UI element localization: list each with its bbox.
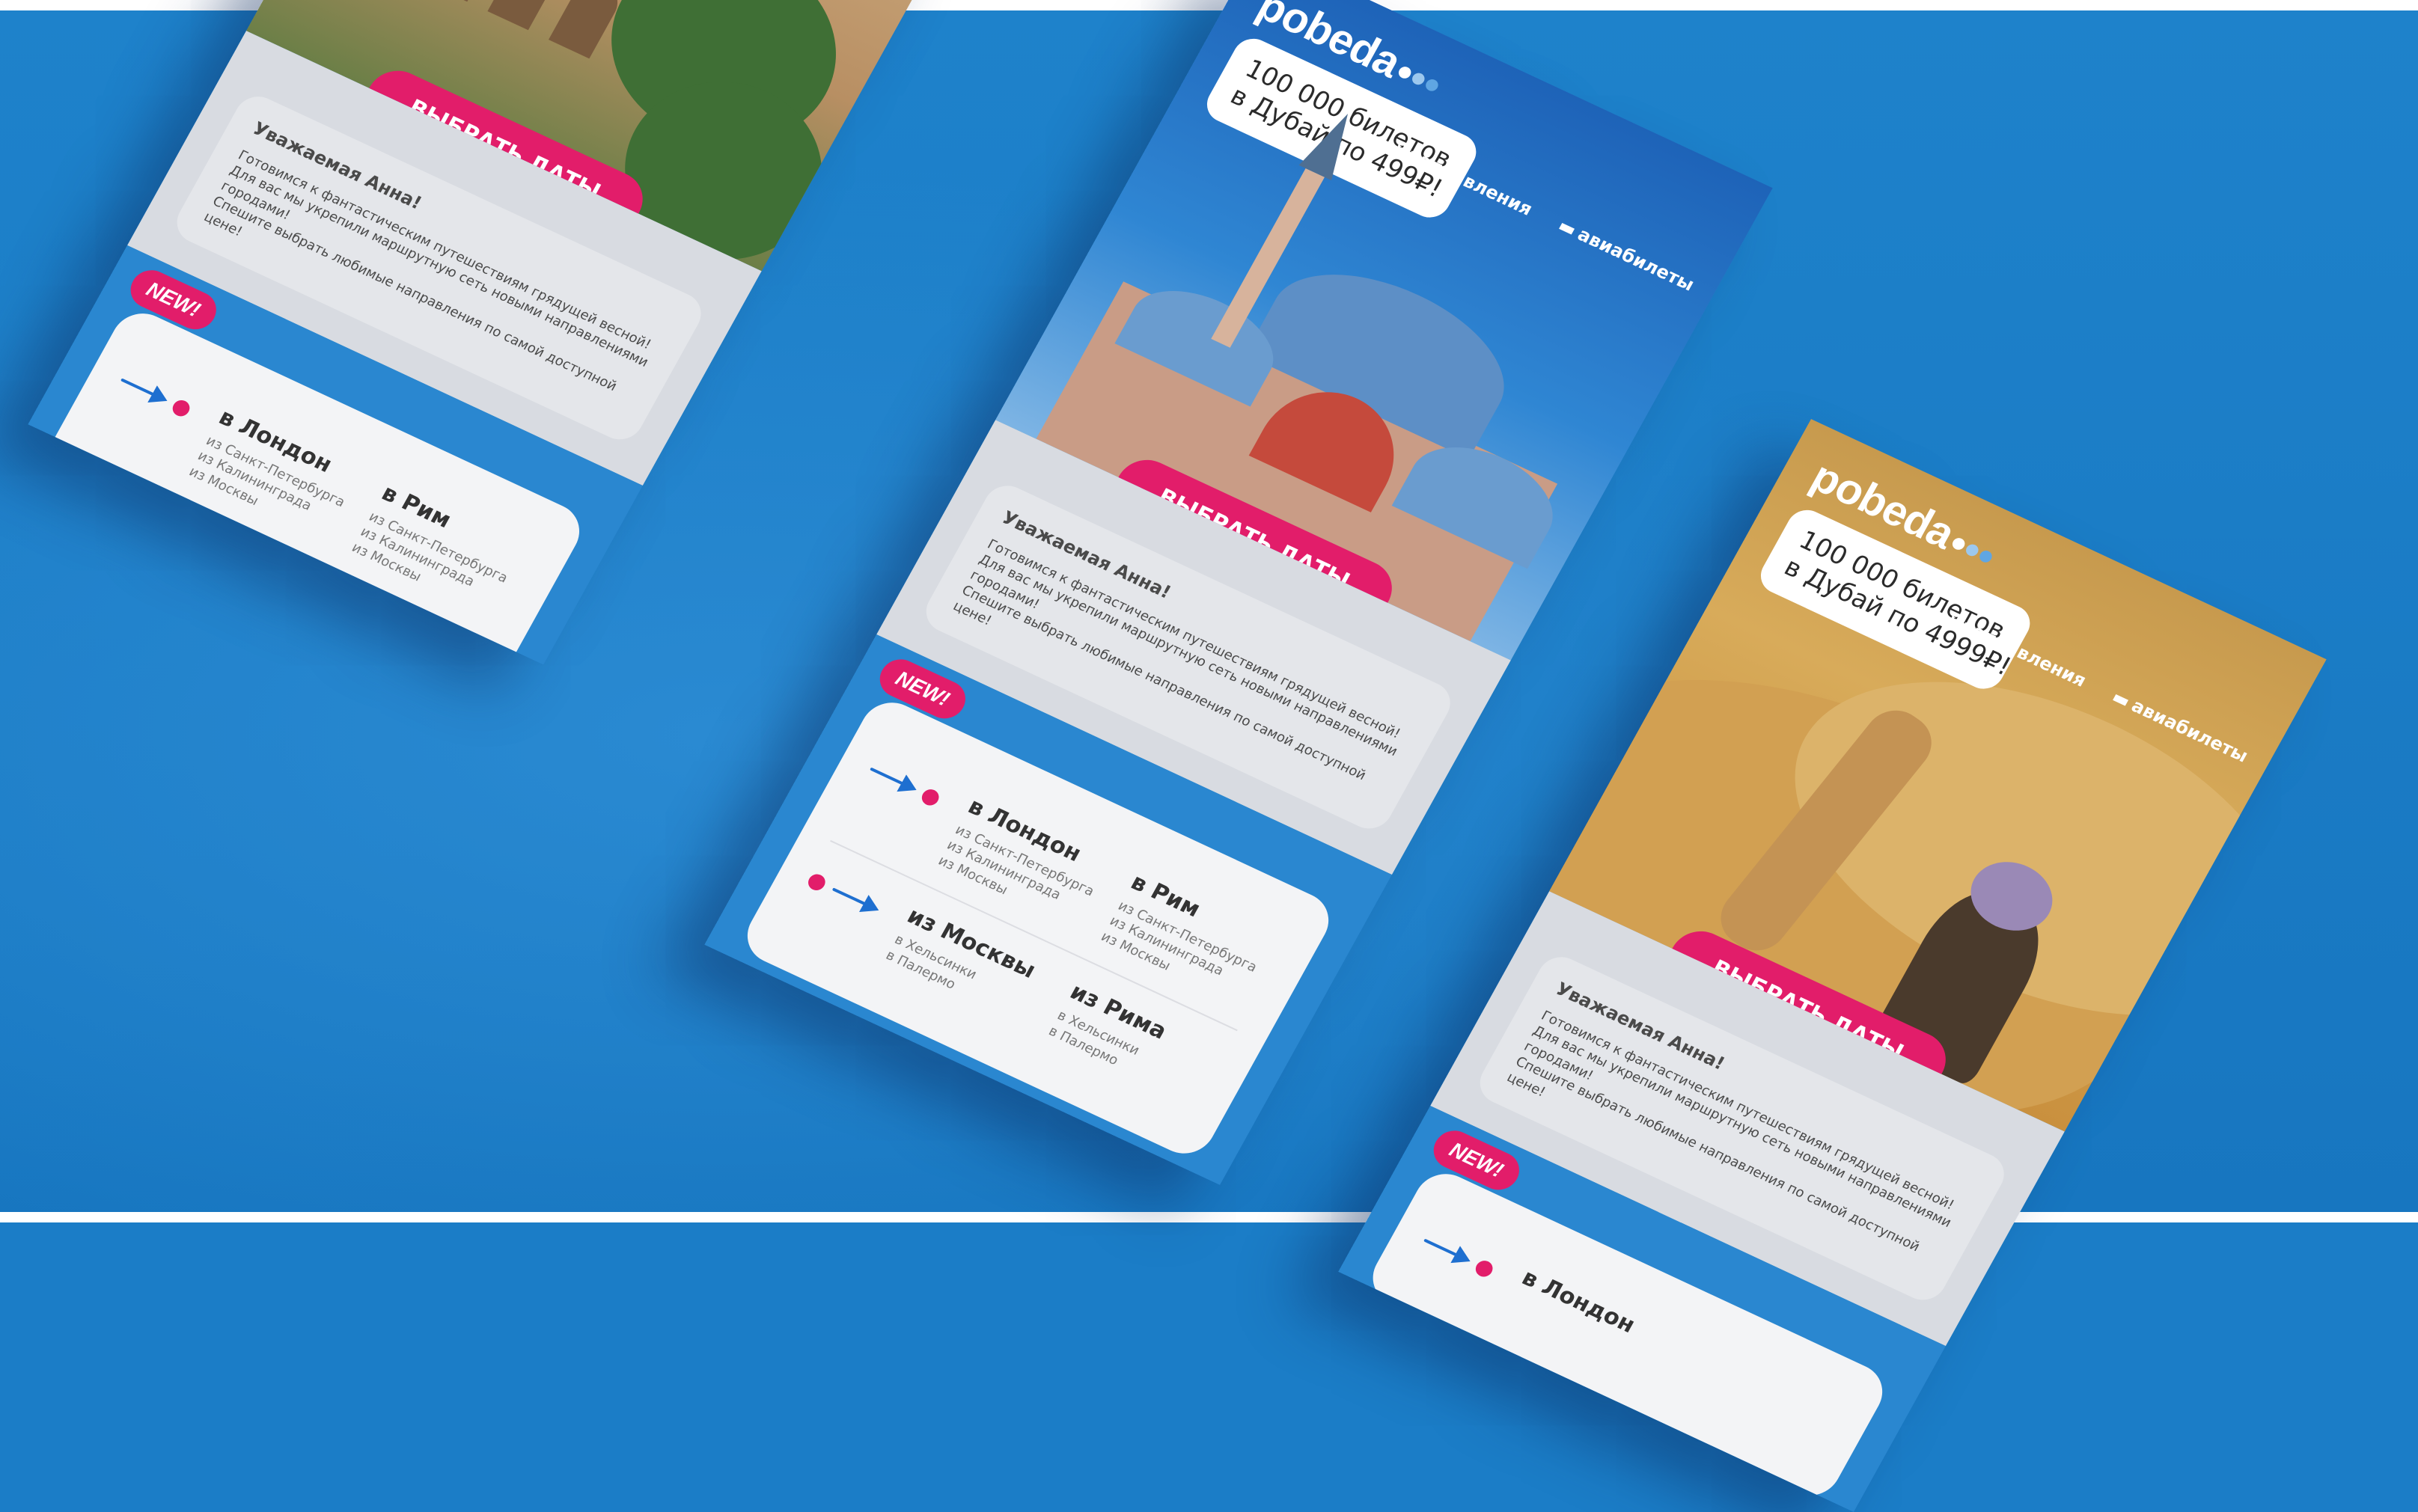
- arrow-to-dot-icon: [110, 360, 213, 437]
- arrow-to-dot-icon: [859, 749, 962, 826]
- bottom-border: [0, 1212, 2418, 1222]
- dot-to-arrow-icon: [799, 859, 902, 936]
- colosseum-arch: [487, 0, 565, 31]
- arrow-to-dot-icon: [1413, 1220, 1516, 1297]
- route-london[interactable]: в Лондон: [1500, 1258, 1842, 1439]
- nav-tickets[interactable]: ▬авиабилеты: [1554, 215, 1697, 295]
